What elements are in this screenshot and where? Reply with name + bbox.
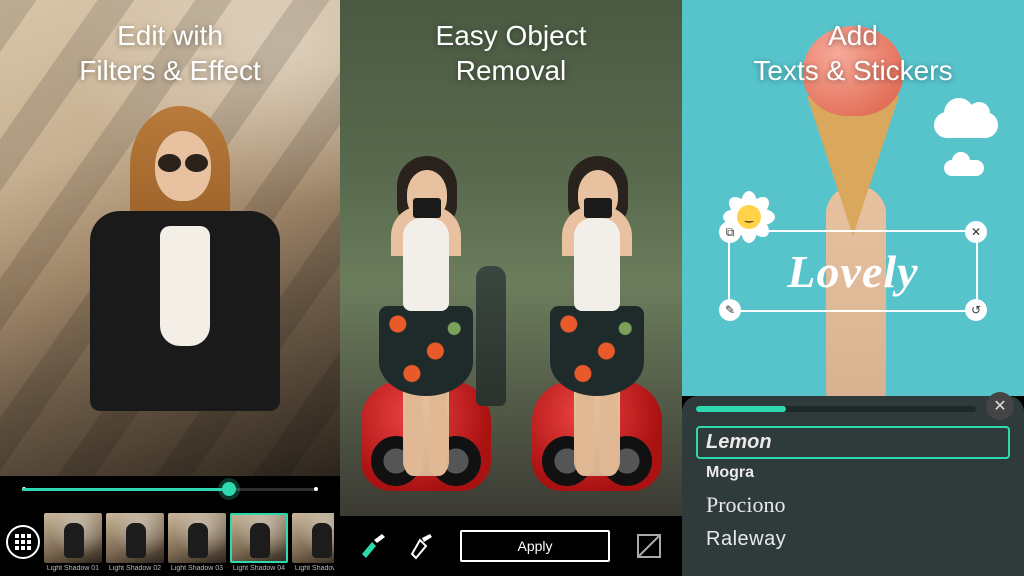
- tab-indicator-track[interactable]: [696, 406, 976, 412]
- removed-object: [476, 266, 506, 406]
- font-option[interactable]: Lemon: [696, 426, 1010, 459]
- font-option-label: Lemon: [706, 431, 772, 453]
- filter-thumbnail-strip: Light Shadow 01 Light Shadow 02 Light Sh…: [44, 513, 334, 572]
- font-option-label: Raleway: [706, 528, 786, 550]
- font-option[interactable]: Raleway: [696, 523, 1010, 556]
- cloud-sticker[interactable]: [944, 160, 984, 176]
- brush-tool-icon[interactable]: [354, 529, 392, 563]
- close-icon[interactable]: ✕: [986, 392, 1014, 420]
- filter-thumb-label: Light Shadow 02: [106, 565, 164, 572]
- lasso-tool-icon[interactable]: [402, 529, 440, 563]
- headline-filters: Edit with Filters & Effect: [0, 18, 340, 88]
- font-option-label: Prociono: [706, 492, 785, 517]
- cone-graphic: [807, 96, 899, 236]
- apply-button[interactable]: Apply: [460, 530, 610, 562]
- rotate-handle-icon[interactable]: ↺: [965, 299, 987, 321]
- filter-thumb-label: Light Shadow 04: [230, 565, 288, 572]
- edit-handle-icon[interactable]: ✎: [719, 299, 741, 321]
- compare-icon[interactable]: [630, 529, 668, 563]
- font-option-label: Mogra: [706, 464, 754, 481]
- filter-thumb[interactable]: Light Shadow 01: [44, 513, 102, 572]
- removal-toolbar: Apply: [340, 516, 682, 576]
- font-option[interactable]: Mogra: [696, 459, 1010, 487]
- panel-text-stickers: ‿ Lovely ⧉ ✕ ✎ ↺ Add Texts & Stickers ✕ …: [682, 0, 1024, 576]
- duplicate-handle-icon[interactable]: ⧉: [719, 221, 741, 243]
- filter-bottom-bar: Light Shadow 01 Light Shadow 02 Light Sh…: [0, 506, 340, 576]
- filter-thumb-label: Light Shadow 03: [168, 565, 226, 572]
- slider-fill: [22, 488, 229, 491]
- filter-thumb[interactable]: Light Shadow 05: [292, 513, 334, 572]
- filter-thumb-label: Light Shadow 05: [292, 565, 334, 572]
- delete-handle-icon[interactable]: ✕: [965, 221, 987, 243]
- cloud-sticker[interactable]: [934, 112, 998, 138]
- text-content[interactable]: Lovely: [730, 232, 976, 310]
- filter-grid-icon[interactable]: [6, 525, 40, 559]
- filter-thumb[interactable]: Light Shadow 02: [106, 513, 164, 572]
- filter-thumb-label: Light Shadow 01: [44, 565, 102, 572]
- font-option[interactable]: Prociono: [696, 487, 1010, 523]
- subject-figure: [10, 76, 330, 476]
- headline-removal: Easy Object Removal: [340, 18, 682, 88]
- apply-button-label: Apply: [517, 538, 552, 554]
- tab-indicator: [696, 406, 786, 412]
- filter-thumb[interactable]: Light Shadow 04: [230, 513, 288, 572]
- headline-text: Add Texts & Stickers: [682, 18, 1024, 88]
- panel-object-removal: Easy Object Removal Apply: [340, 0, 682, 576]
- slider-thumb[interactable]: [222, 482, 236, 496]
- filter-thumb[interactable]: Light Shadow 03: [168, 513, 226, 572]
- intensity-slider[interactable]: [22, 482, 318, 496]
- text-edit-frame[interactable]: Lovely ⧉ ✕ ✎ ↺: [728, 230, 978, 312]
- font-picker-panel: ✕ Lemon Mogra Prociono Raleway: [682, 396, 1024, 576]
- font-list: Lemon Mogra Prociono Raleway: [696, 426, 1010, 568]
- panel-filters: Edit with Filters & Effect Light Shadow …: [0, 0, 340, 576]
